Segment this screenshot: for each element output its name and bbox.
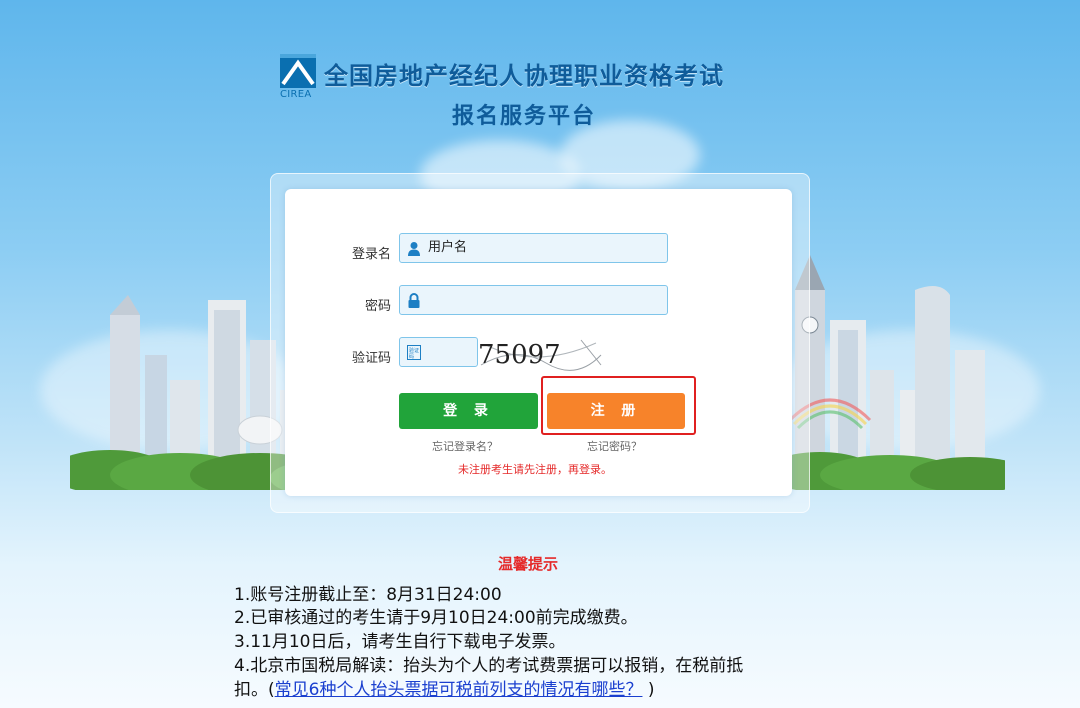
page-subtitle: 报名服务平台: [452, 104, 597, 129]
tip-item: 2.已审核通过的考生请于9月10日24:00前完成缴费。: [234, 608, 638, 628]
tip-item: 1.账号注册截止至：8月31日24:00: [234, 585, 502, 605]
password-input[interactable]: [426, 291, 650, 308]
tip-item: 3.11月10日后，请考生自行下载电子发票。: [234, 632, 566, 652]
captcha-image[interactable]: 75097: [476, 335, 606, 373]
user-icon: [407, 241, 421, 256]
page-title: 全国房地产经纪人协理职业资格考试: [324, 62, 724, 90]
username-label: 登录名: [351, 247, 391, 262]
captcha-icon: 验证码: [407, 345, 421, 360]
forgot-password-link[interactable]: 忘记密码？: [587, 438, 642, 454]
username-field-wrapper: [399, 233, 668, 263]
register-notice: 未注册考生请先注册，再登录。: [458, 463, 612, 476]
cirea-logo-icon: [280, 54, 316, 88]
forgot-username-link[interactable]: 忘记登录名？: [432, 438, 498, 454]
login-button[interactable]: 登 录: [399, 393, 538, 429]
tip-text: ): [642, 680, 655, 700]
captcha-input[interactable]: [426, 343, 475, 360]
svg-text:码: 码: [409, 353, 414, 360]
captcha-field-wrapper: 验证码: [399, 337, 478, 367]
captcha-text: 75097: [478, 340, 561, 370]
cirea-logo: CIREA: [280, 54, 316, 102]
lock-icon: [407, 293, 421, 308]
city-illustration-right: [765, 250, 1030, 495]
password-field-wrapper: [399, 285, 668, 315]
tip-item-continued: 扣。(常见6种个人抬头票据可税前列支的情况有哪些？ ): [234, 675, 655, 700]
tips-title: 温馨提示: [498, 555, 559, 573]
username-input[interactable]: [426, 239, 650, 256]
captcha-label: 验证码: [351, 351, 391, 366]
tip-item: 4.北京市国税局解读：抬头为个人的考试费票据可以报销，在税前抵: [234, 656, 744, 676]
register-highlight-box: [541, 376, 696, 435]
svg-text:验证: 验证: [409, 347, 419, 354]
tip-text: 扣。(: [234, 680, 275, 700]
tax-deduction-link[interactable]: 常见6种个人抬头票据可税前列支的情况有哪些？: [275, 680, 643, 700]
password-label: 密码: [364, 299, 391, 314]
logo-text: CIREA: [280, 89, 312, 100]
